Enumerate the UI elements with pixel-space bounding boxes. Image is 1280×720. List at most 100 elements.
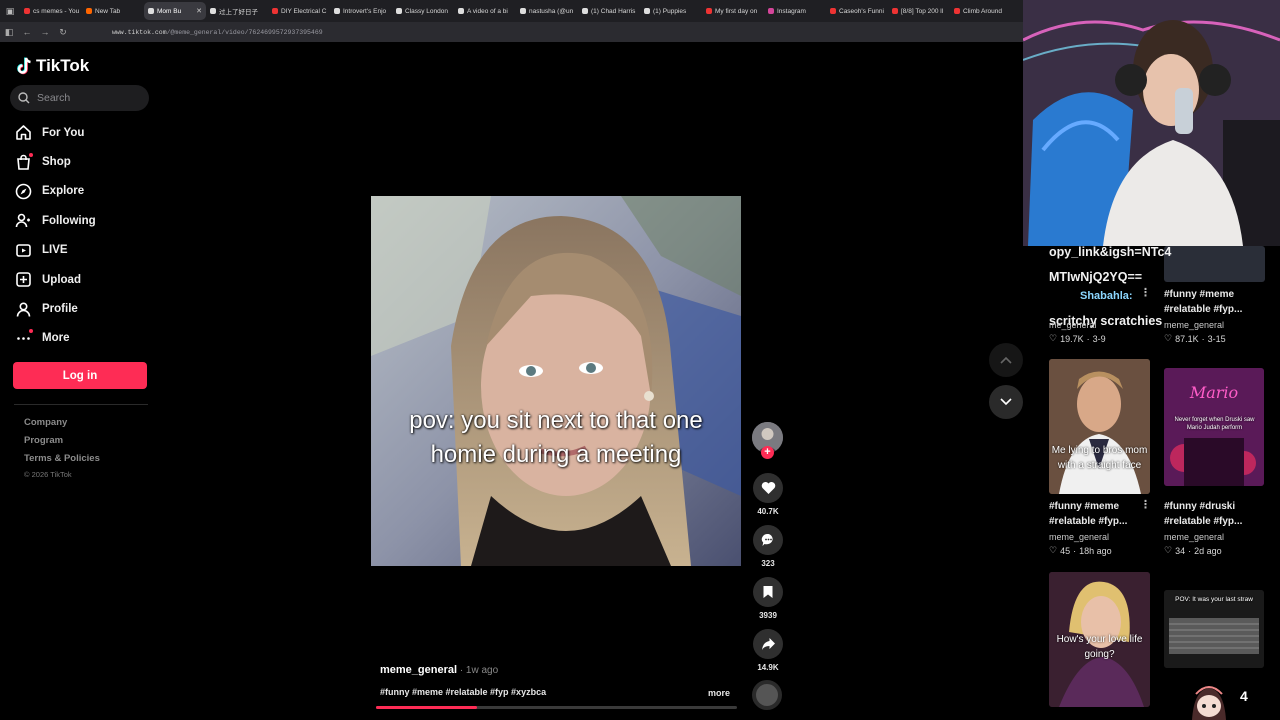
tab-overview-icon[interactable]: ▣	[0, 6, 20, 17]
sidebar-toggle-icon[interactable]: ◧	[0, 27, 18, 38]
kebab-menu-icon[interactable]: ⋮	[1140, 286, 1151, 299]
bookmark-icon[interactable]	[753, 577, 783, 607]
heart-icon[interactable]	[753, 473, 783, 503]
overlay-text: MTIwNjQ2YQ==	[1049, 270, 1143, 284]
browser-tab[interactable]: [8/8] Top 200 ll	[888, 2, 950, 20]
browser-tab[interactable]: Mom Bu ✕	[144, 2, 206, 20]
following-icon	[14, 212, 32, 230]
thumbnail-caption: Me lying to bros mom with a straight fac…	[1051, 445, 1148, 471]
thumbnail-caption: Never forget when Druski saw Mario Judah…	[1174, 417, 1255, 431]
browser-tab[interactable]: (1) Puppies	[640, 2, 702, 20]
forward-icon[interactable]: →	[36, 27, 54, 37]
share-icon[interactable]	[753, 629, 783, 659]
comment-icon[interactable]	[753, 525, 783, 555]
reload-icon[interactable]: ↻	[54, 27, 72, 38]
kebab-menu-icon[interactable]: ⋮	[1140, 498, 1151, 511]
tab-favicon-icon	[520, 8, 526, 14]
footer-link-terms[interactable]: Terms & Policies	[24, 453, 100, 471]
tab-label: New Tab	[95, 7, 121, 15]
live-icon	[14, 241, 32, 259]
back-icon[interactable]: ←	[18, 27, 36, 37]
tab-favicon-icon	[334, 8, 340, 14]
browser-tab[interactable]: Instagram	[764, 2, 826, 20]
comment-action[interactable]: 323	[753, 525, 783, 568]
like-count: 40.7K	[757, 507, 779, 516]
previous-video-button[interactable]	[989, 343, 1023, 377]
sidebar-item-label: Upload	[42, 273, 81, 286]
chevron-up-icon	[1000, 356, 1012, 364]
sidebar-item-more[interactable]: More	[14, 324, 154, 353]
thumbnail[interactable]: How's your love life going?	[1049, 572, 1150, 707]
card-author[interactable]: meme_general	[1164, 320, 1224, 330]
search-input[interactable]: Search	[10, 85, 149, 111]
browser-tab[interactable]: Introvert's Enjo	[330, 2, 392, 20]
browser-tab[interactable]: cs memes - You	[20, 2, 82, 20]
share-count: 14.9K	[757, 663, 779, 672]
tab-label: Classy London	[405, 7, 448, 15]
tab-favicon-icon	[954, 8, 960, 14]
follow-button[interactable]: +	[761, 446, 774, 459]
card-stats: ♡ 45 · 18h ago	[1049, 545, 1112, 556]
thumbnail[interactable]: Me lying to bros mom with a straight fac…	[1049, 359, 1150, 494]
tab-close-icon[interactable]: ✕	[196, 7, 202, 15]
sidebar-menu: For You Shop Explore Following LIVE Uplo…	[14, 118, 154, 353]
video-meta: meme_general · 1w ago	[380, 664, 498, 676]
card-author[interactable]: meme_general	[1049, 532, 1109, 542]
thumbnail[interactable]: POV: It was your last straw	[1164, 590, 1264, 668]
footer-link-program[interactable]: Program	[24, 435, 100, 453]
card-author[interactable]: me_general	[1049, 320, 1097, 330]
browser-tab[interactable]: My first day on	[702, 2, 764, 20]
tab-label: Mom Bu	[157, 7, 182, 15]
sidebar-item-shop[interactable]: Shop	[14, 147, 154, 176]
video-hashtags[interactable]: #funny #meme #relatable #fyp #xyzbca	[380, 687, 546, 697]
card-stats: ♡ 87.1K · 3-15	[1164, 333, 1226, 344]
url-field[interactable]: www.tiktok.com/@meme_general/video/76246…	[112, 29, 323, 36]
thumbnail[interactable]	[1164, 246, 1265, 282]
stream-overlay-counter: 4	[1240, 688, 1248, 704]
browser-tab[interactable]: A video of a bi	[454, 2, 516, 20]
sidebar-item-upload[interactable]: Upload	[14, 265, 154, 294]
browser-tab[interactable]: 过上了好日子	[206, 2, 268, 20]
thumbnail[interactable]: Mario Never forget when Druski saw Mario…	[1164, 368, 1264, 486]
upload-icon	[14, 271, 32, 289]
tab-favicon-icon	[706, 8, 712, 14]
card-title[interactable]: #funny #meme #relatable #fyp...	[1049, 499, 1149, 529]
browser-tab[interactable]: DIY Electrical C	[268, 2, 330, 20]
card-author[interactable]: meme_general	[1164, 532, 1224, 542]
browser-tab[interactable]: Climb Around	[950, 2, 1012, 20]
tab-label: nastusha (@un	[529, 7, 574, 15]
card-stats: ♡ 19.7K · 3-9	[1049, 333, 1106, 344]
sidebar-item-following[interactable]: Following	[14, 206, 154, 235]
sidebar-item-for-you[interactable]: For You	[14, 118, 154, 147]
browser-tab[interactable]: (1) Chad Harris	[578, 2, 640, 20]
browser-tab[interactable]: nastusha (@un	[516, 2, 578, 20]
heart-outline-icon: ♡	[1049, 333, 1058, 343]
browser-tab[interactable]: New Tab	[82, 2, 144, 20]
browser-tab[interactable]: Classy London	[392, 2, 454, 20]
browser-tab-bar: ▣ cs memes - You New Tab Mom Bu ✕ 过上了好日子 DIY …	[0, 0, 1024, 22]
music-disc-avatar[interactable]	[752, 680, 782, 710]
video-player[interactable]: pov: you sit next to that one homie duri…	[371, 196, 741, 566]
sidebar-item-explore[interactable]: Explore	[14, 177, 154, 206]
footer-link-company[interactable]: Company	[24, 417, 100, 435]
video-progress-bar[interactable]	[376, 706, 737, 709]
tiktok-logo[interactable]: TikTok	[16, 56, 89, 76]
tiktok-note-icon	[17, 57, 31, 75]
author-name[interactable]: meme_general	[380, 664, 457, 676]
tab-label: Climb Around	[963, 7, 1003, 15]
sidebar-item-profile[interactable]: Profile	[14, 294, 154, 323]
card-title[interactable]: #funny #druski #relatable #fyp...	[1164, 499, 1264, 529]
chevron-down-icon	[1000, 398, 1012, 406]
tab-favicon-icon	[24, 8, 30, 14]
more-link[interactable]: more	[708, 688, 730, 698]
login-button[interactable]: Log in	[13, 362, 147, 389]
copyright: © 2026 TikTok	[24, 470, 72, 479]
next-video-button[interactable]	[989, 385, 1023, 419]
browser-tab[interactable]: Caseoh's Funni	[826, 2, 888, 20]
save-action[interactable]: 3939	[753, 577, 783, 620]
share-action[interactable]: 14.9K	[753, 629, 783, 672]
card-title[interactable]: #funny #meme #relatable #fyp...	[1164, 287, 1264, 317]
like-action[interactable]: 40.7K	[753, 473, 783, 516]
tab-label: 过上了好日子	[219, 9, 258, 16]
sidebar-item-live[interactable]: LIVE	[14, 236, 154, 265]
